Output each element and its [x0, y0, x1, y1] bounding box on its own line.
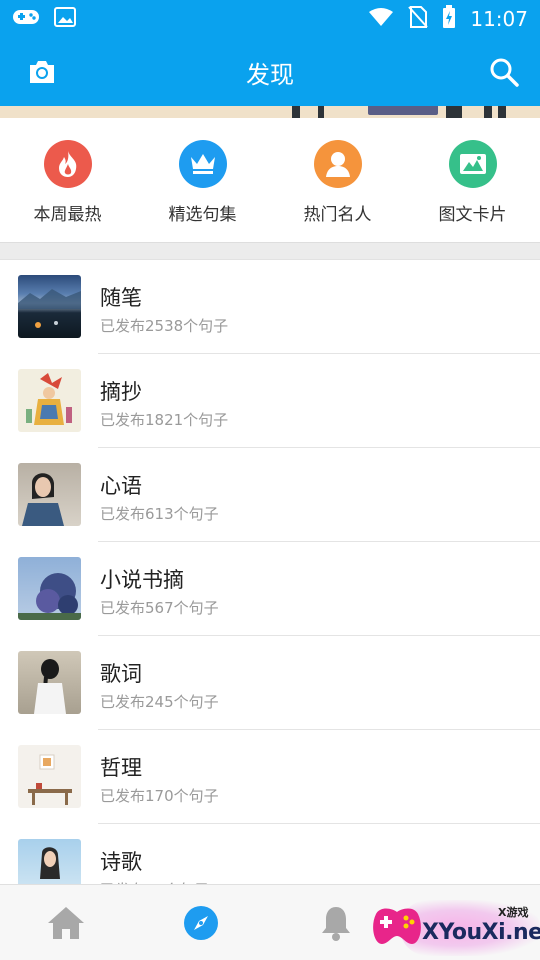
- nav-notifications[interactable]: [316, 903, 356, 943]
- quick-action-weekly-hot[interactable]: 本周最热: [0, 118, 135, 242]
- clock-time: 11:07: [470, 7, 528, 31]
- list-item-count: 已发布170个句子: [100, 787, 219, 805]
- list-item-title: 心语: [100, 474, 142, 498]
- list-item[interactable]: 心语 已发布613个句子: [0, 448, 540, 542]
- site-watermark: X游戏 XYouXi.net: [370, 896, 540, 960]
- nav-discover[interactable]: [181, 903, 221, 943]
- thumbnail-image: [18, 557, 81, 620]
- list-item-count: 已发布245个句子: [100, 693, 219, 711]
- quick-action-picture-cards[interactable]: 图文卡片: [405, 118, 540, 242]
- quick-actions: 本周最热 精选句集 热门名人 图文卡片: [0, 118, 540, 242]
- list-item-title: 摘抄: [100, 380, 142, 404]
- list-item-title: 随笔: [100, 286, 142, 310]
- list-item[interactable]: 摘抄 已发布1821个句子: [0, 354, 540, 448]
- search-button[interactable]: [488, 56, 520, 88]
- image-icon: [54, 7, 76, 31]
- list-item-count: 已发布1821个句子: [100, 411, 229, 429]
- bell-icon: [322, 907, 350, 941]
- list-item-title: 小说书摘: [100, 568, 184, 592]
- compass-icon: [184, 906, 218, 940]
- home-icon: [48, 907, 84, 939]
- picture-icon: [448, 140, 497, 188]
- thumbnail-image: [18, 275, 81, 338]
- list-item-count: 已发布613个句子: [100, 505, 219, 523]
- status-bar: 11:07: [0, 0, 540, 38]
- list-item[interactable]: 歌词 已发布245个句子: [0, 636, 540, 730]
- list-item[interactable]: 随笔 已发布2538个句子: [0, 260, 540, 354]
- fire-icon: [43, 140, 92, 188]
- section-divider: [0, 242, 540, 260]
- list-item-count: 已发布2538个句子: [100, 317, 229, 335]
- search-icon: [490, 58, 519, 87]
- thumbnail-image: [18, 369, 81, 432]
- list-item-title: 哲理: [100, 756, 142, 780]
- battery-charging-icon: [442, 5, 456, 33]
- list-item-count: 已发布567个句子: [100, 599, 219, 617]
- list-item-title: 诗歌: [100, 850, 142, 874]
- wifi-icon: [368, 7, 394, 31]
- watermark-text: XYouXi.net: [422, 920, 540, 945]
- watermark-small-text: X游戏: [498, 906, 529, 919]
- list-item[interactable]: 小说书摘 已发布567个句子: [0, 542, 540, 636]
- list-item-title: 歌词: [100, 662, 142, 686]
- thumbnail-image: [18, 463, 81, 526]
- quick-action-celebrities[interactable]: 热门名人: [270, 118, 405, 242]
- banner-image[interactable]: [0, 106, 540, 118]
- list-item[interactable]: 哲理 已发布170个句子: [0, 730, 540, 824]
- quick-action-label: 图文卡片: [438, 205, 507, 225]
- no-sim-icon: [408, 6, 429, 32]
- gamepad-icon: [12, 7, 40, 31]
- thumbnail-image: [18, 745, 81, 808]
- crown-icon: [178, 140, 227, 188]
- app-bar: 发现: [0, 38, 540, 106]
- page-title: 发现: [246, 60, 294, 89]
- thumbnail-image: [18, 651, 81, 714]
- quick-action-featured[interactable]: 精选句集: [135, 118, 270, 242]
- quick-action-label: 本周最热: [33, 205, 102, 225]
- quick-action-label: 热门名人: [303, 205, 372, 225]
- gamepad-logo-icon: [373, 908, 421, 944]
- nav-home[interactable]: [46, 903, 86, 943]
- quick-action-label: 精选句集: [168, 205, 237, 225]
- person-icon: [313, 140, 362, 188]
- category-list: 随笔 已发布2538个句子 摘抄 已发布1821个句子 心语 已发布613个句子…: [0, 260, 540, 918]
